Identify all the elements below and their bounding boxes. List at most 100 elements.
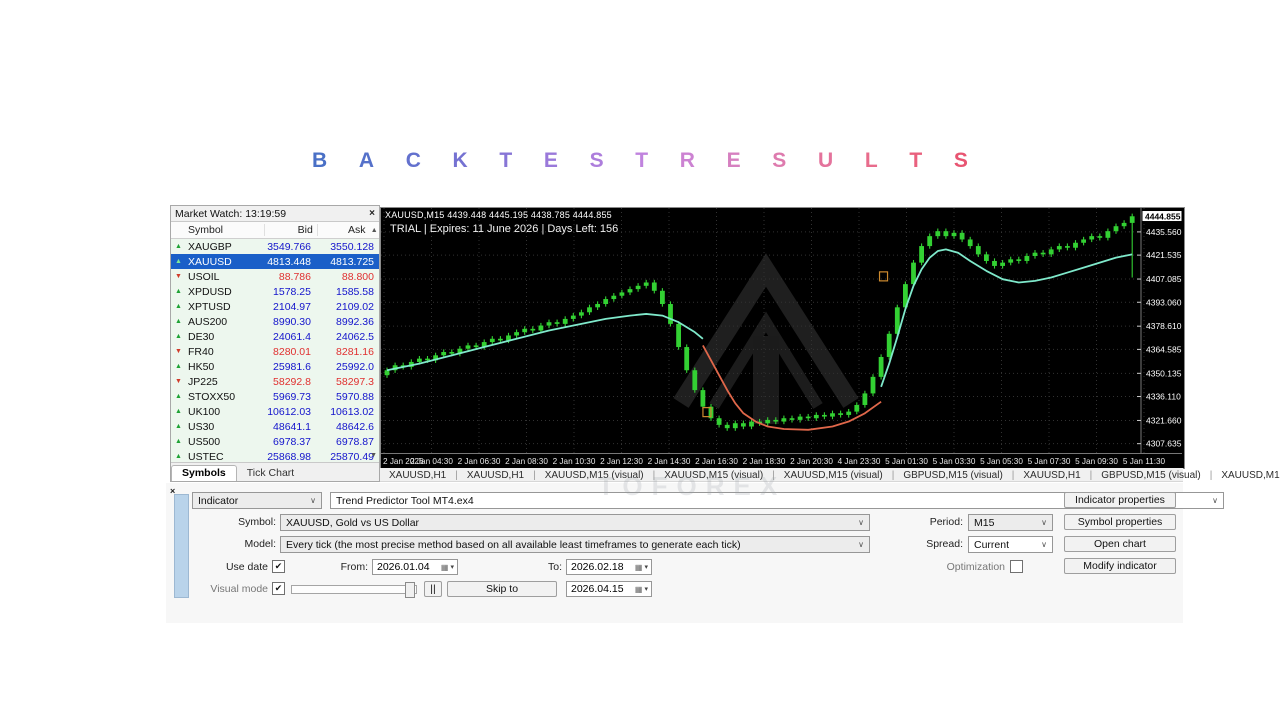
optimization-checkbox[interactable] (1010, 560, 1023, 573)
market-watch-row[interactable]: ▲ US30 48641.1 48642.6 (171, 419, 379, 434)
chart-tab[interactable]: XAUUSD,M15 (visual) (655, 470, 772, 481)
skip-to-button[interactable]: Skip to (447, 581, 557, 597)
modify-indicator-button[interactable]: Modify indicator (1064, 558, 1176, 574)
tester-side-strip (174, 494, 189, 598)
visual-mode-slider[interactable] (291, 582, 417, 598)
chevron-down-icon: ∨ (310, 496, 316, 505)
ask-value: 8281.16 (336, 345, 374, 358)
title-letter: T (909, 149, 923, 172)
down-arrow-icon: ▼ (175, 348, 182, 355)
symbol-name: DE30 (188, 330, 215, 343)
pause-button[interactable]: || (424, 581, 442, 597)
tab-symbols[interactable]: Symbols (171, 465, 237, 481)
mt4-backtest-page: B A C K T E S T R E S U L T S Market Watch: 13:19:59 ×… (0, 0, 1280, 720)
down-arrow-icon: ▼ (175, 273, 182, 280)
scroll-up-icon[interactable]: ▲ (369, 227, 379, 234)
symbol-name: XPTUSD (188, 300, 231, 313)
market-watch-row[interactable]: ▲ UK100 10612.03 10613.02 (171, 404, 379, 419)
visual-mode-checkbox[interactable]: ✔ (272, 582, 285, 595)
chart-tab[interactable]: GBPUSD,M15 (visual) (894, 470, 1011, 481)
chart-tab[interactable]: XAUUSD,H1 (458, 470, 533, 481)
ask-value: 25870.49 (330, 450, 374, 463)
ask-value: 2109.02 (336, 300, 374, 313)
chart-tab[interactable]: GBPUSD,M15 (visual) (1092, 470, 1209, 481)
chart-panel[interactable]: 4435.560 4421.535 4407.085 4393.060 4378.610… (380, 207, 1185, 469)
page-title: BACKTESTRESULTS (312, 149, 968, 173)
chart-tab[interactable]: XAUUSD,H1 (380, 470, 455, 481)
ask-value: 24062.5 (336, 330, 374, 343)
tab-tick-chart[interactable]: Tick Chart (237, 466, 304, 481)
current-price-value: 4444.855 (1145, 212, 1181, 222)
chart-tab[interactable]: XAUUSD,M15 (visual) (536, 470, 653, 481)
market-watch-row[interactable]: ▲ XAUGBP 3549.766 3550.128 (171, 239, 379, 254)
chart-tab[interactable]: XAUUSD,M15 (visua (1212, 470, 1280, 481)
bid-value: 25981.6 (273, 360, 311, 373)
title-letter: L (864, 149, 878, 172)
title-letter: A (358, 149, 375, 172)
market-watch-row[interactable]: ▲ US500 6978.37 6978.87 (171, 434, 379, 449)
ask-value: 25992.0 (336, 360, 374, 373)
title-letter: S (953, 149, 968, 172)
bid-value: 1578.25 (273, 285, 311, 298)
market-watch-panel: Market Watch: 13:19:59 × Symbol Bid Ask … (170, 205, 380, 482)
market-watch-row[interactable]: ▼ USOIL 88.786 88.800 (171, 269, 379, 284)
chevron-down-icon: ▾ (644, 564, 648, 571)
bid-value: 4813.448 (267, 255, 311, 268)
market-watch-header: Symbol Bid Ask ▲ (171, 222, 379, 239)
bid-value: 48641.1 (273, 420, 311, 433)
bid-value: 5969.73 (273, 390, 311, 403)
indicator-properties-button[interactable]: Indicator properties (1064, 492, 1176, 508)
up-arrow-icon: ▲ (175, 393, 182, 400)
time-axis[interactable]: 2 Jan 20262 Jan 04:30 2 Jan 06:30 2 Jan 08… (383, 457, 1166, 466)
bid-value: 2104.97 (273, 300, 311, 313)
symbol-name: HK50 (188, 360, 215, 373)
symbol-name: AUS200 (188, 315, 228, 328)
close-icon[interactable]: × (369, 208, 375, 219)
model-select[interactable]: Every tick (the most precise method base… (280, 536, 870, 553)
use-date-checkbox[interactable]: ✔ (272, 560, 285, 573)
market-watch-row[interactable]: ▲ XAUUSD 4813.448 4813.725 (171, 254, 379, 269)
to-date-field[interactable]: 2026.02.18 ▦ ▾ (566, 559, 652, 575)
up-arrow-icon: ▲ (175, 363, 182, 370)
title-letter: T (635, 149, 649, 172)
market-watch-row[interactable]: ▲ AUS200 8990.30 8992.36 (171, 314, 379, 329)
up-arrow-icon: ▲ (175, 423, 182, 430)
indicator-type-select[interactable]: Indicator ∨ (192, 492, 322, 509)
scroll-down-icon[interactable]: ▼ (370, 452, 377, 459)
market-watch-row[interactable]: ▼ JP225 58292.8 58297.3 (171, 374, 379, 389)
ask-value: 8992.36 (336, 315, 374, 328)
symbol-name: US30 (188, 420, 215, 433)
title-letter: K (452, 149, 468, 172)
from-label: From: (340, 561, 368, 573)
symbol-name: USTEC (188, 450, 224, 463)
chart-tab[interactable]: XAUUSD,H1 (1014, 470, 1089, 481)
symbol-properties-button[interactable]: Symbol properties (1064, 514, 1176, 530)
open-chart-button[interactable]: Open chart (1064, 536, 1176, 552)
symbol-select[interactable]: XAUUSD, Gold vs US Dollar ∨ (280, 514, 870, 531)
skip-to-date-field[interactable]: 2026.04.15 ▦ ▾ (566, 581, 652, 597)
svg-text:4407.085: 4407.085 (1146, 274, 1182, 284)
chevron-down-icon: ∨ (1212, 496, 1218, 505)
spread-select[interactable]: Current ∨ (968, 536, 1053, 553)
market-watch-row[interactable]: ▲ HK50 25981.6 25992.0 (171, 359, 379, 374)
ask-value: 58297.3 (336, 375, 374, 388)
chart-tab[interactable]: XAUUSD,M15 (visual) (775, 470, 892, 481)
bid-value: 10612.03 (267, 405, 311, 418)
symbol-name: JP225 (188, 375, 218, 388)
symbol-name: USOIL (188, 270, 220, 283)
market-watch-row[interactable]: ▲ DE30 24061.4 24062.5 (171, 329, 379, 344)
svg-text:2 Jan 16:30: 2 Jan 16:30 (695, 457, 738, 466)
market-watch-row[interactable]: ▲ XPDUSD 1578.25 1585.58 (171, 284, 379, 299)
title-letter: C (405, 149, 421, 172)
market-watch-row[interactable]: ▼ FR40 8280.01 8281.16 (171, 344, 379, 359)
period-select[interactable]: M15 ∨ (968, 514, 1053, 531)
model-label: Model: (244, 538, 276, 550)
symbol-name: XPDUSD (188, 285, 232, 298)
column-bid: Bid (264, 224, 317, 236)
svg-text:4 Jan 23:30: 4 Jan 23:30 (838, 457, 881, 466)
market-watch-row[interactable]: ▲ STOXX50 5969.73 5970.88 (171, 389, 379, 404)
slider-handle[interactable] (405, 582, 415, 598)
market-watch-row[interactable]: ▲ XPTUSD 2104.97 2109.02 (171, 299, 379, 314)
from-date-field[interactable]: 2026.01.04 ▦ ▾ (372, 559, 458, 575)
use-date-label: Use date (225, 561, 268, 573)
